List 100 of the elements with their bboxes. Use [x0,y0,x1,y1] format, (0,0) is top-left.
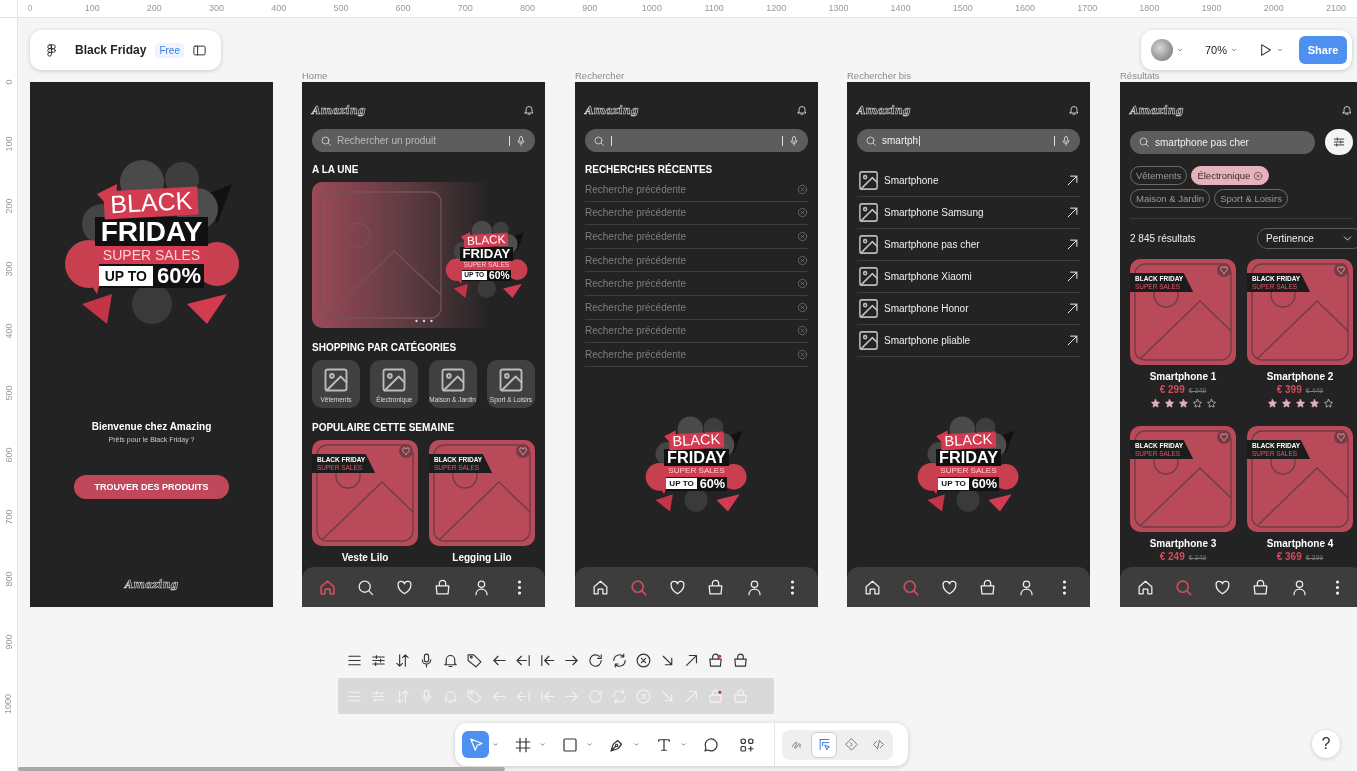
promo-upto-text: UP TO [938,478,970,490]
bell-icon[interactable] [796,104,808,116]
promo-upto-text: UP TO [666,477,698,490]
ruler-label: 100 [83,2,101,15]
recent-search-text[interactable]: Recherche précédente [585,325,687,337]
mode-button[interactable] [811,731,837,758]
favorite-button[interactable] [1334,263,1348,277]
favorite-button[interactable] [1334,430,1348,444]
ruler-label: 1800 [1138,2,1161,15]
heart-icon [518,446,528,456]
close-icon[interactable] [797,278,808,290]
close-icon[interactable] [1253,170,1264,181]
product-name: Smartphone 4 [1266,538,1334,550]
carousel-dots [414,319,434,323]
filter-button[interactable] [1325,129,1353,155]
close-icon[interactable] [797,231,808,242]
suggestion-text[interactable]: Smartphone Honor [884,303,1061,314]
ruler-label: 1100 [703,2,725,15]
horizontal-scrollbar[interactable] [18,767,505,771]
arrow-up-right-icon[interactable] [1065,173,1080,188]
text-cursor [919,135,921,146]
bell-icon[interactable] [523,104,535,116]
sidebar-toggle-icon[interactable] [192,42,207,58]
avatar[interactable] [1151,39,1173,61]
speech-bubble-icon [701,735,720,754]
suggestion-text[interactable]: Smartphone pliable [884,335,1061,346]
filter-chip[interactable]: Électronique [1191,166,1270,185]
suggestion-text[interactable]: Smartphone Samsung [884,207,1061,218]
microphone-icon[interactable] [1060,134,1072,147]
suggestion-text[interactable]: Smartphone [884,175,1061,186]
search-input[interactable]: Rechercher un produit [337,135,484,146]
heart-icon [1219,432,1229,442]
search-icon [865,134,877,147]
favorite-button[interactable] [1217,263,1231,277]
product-price: € 249 [1159,551,1185,562]
arrow-up-right-icon[interactable] [1065,333,1080,348]
close-icon[interactable] [797,207,808,219]
help-button[interactable]: ? [1312,730,1340,758]
recent-search-text[interactable]: Recherche précédente [585,254,687,266]
image-icon [857,201,880,224]
promo-friday-text: FRIDAY [95,216,208,246]
image-icon [857,329,880,352]
sliders-icon [1332,135,1346,149]
favorite-button[interactable] [516,444,530,458]
section-title: RECHERCHES RÉCENTES [585,164,714,176]
ruler-label: 800 [3,571,14,587]
microphone-icon[interactable] [515,134,527,147]
arrow-up-right-icon[interactable] [1065,237,1080,252]
product-price: € 369 [1276,551,1302,562]
ruler-label: 700 [3,509,14,525]
arrow-up-right-icon[interactable] [1065,269,1080,284]
suggestion-text[interactable]: Smartphone pas cher [884,239,1061,250]
product-name: Veste Lilo [341,552,389,564]
bell-icon[interactable] [1068,104,1080,116]
recent-search-text[interactable]: Recherche précédente [585,348,687,360]
search-bar[interactable]: smartphone pas cher [1130,130,1315,154]
arrow-up-right-icon[interactable] [1065,301,1080,316]
ruler-label: 700 [456,2,474,15]
product-name: Smartphone 3 [1149,538,1217,550]
ruler-label: 300 [3,261,14,277]
recent-search-text[interactable]: Recherche précédente [585,301,687,313]
arrow-up-right-icon[interactable] [1065,205,1080,220]
ruler-label: 0 [3,79,14,85]
file-name[interactable]: Black Friday [75,43,147,57]
layout-pointer-icon [816,737,832,752]
recent-search-text[interactable]: Recherche précédente [585,278,687,290]
shapes-plus-icon [737,735,756,754]
square-icon [560,735,579,754]
recent-search-text[interactable]: Recherche précédente [585,183,687,195]
promo-discount-text: 60% [970,476,998,491]
heart-icon [1336,432,1346,442]
promo-upto-text: UP TO [99,266,153,286]
close-icon[interactable] [797,301,808,313]
microphone-icon[interactable] [788,134,800,147]
search-input[interactable]: smartphone pas cher [1155,136,1254,148]
bell-icon[interactable] [1341,104,1353,116]
close-icon[interactable] [797,325,808,337]
favorite-button[interactable] [399,444,413,458]
close-icon[interactable] [797,348,808,360]
ruler-label: 500 [3,385,14,401]
ruler-label: 1300 [827,2,850,15]
favorite-button[interactable] [1217,430,1231,444]
recent-search-text[interactable]: Recherche précédente [585,231,687,242]
search-bar[interactable]: smartph [857,129,1080,152]
promo-discount-text: 60% [155,264,201,289]
results-count: 2 845 résultats [1130,233,1196,244]
app-logo: Amazing [312,103,366,117]
close-icon[interactable] [797,183,808,195]
recent-search-text[interactable]: Recherche précédente [585,207,687,219]
promo-discount-text: 60% [698,476,726,491]
logo-icon[interactable] [44,42,59,58]
search-input[interactable]: smartph [882,135,919,146]
heart-icon [1219,265,1229,275]
hash-icon [513,735,532,754]
section-title: SHOPPING PAR CATÉGORIES [312,342,458,354]
suggestion-text[interactable]: Smartphone Xiaomi [884,271,1061,282]
zoom-level[interactable]: 70% [1205,44,1228,56]
search-bar[interactable]: Rechercher un produit [312,129,535,152]
close-icon[interactable] [797,254,808,266]
find-products-button[interactable]: TROUVER DES PRODUITS [74,475,229,499]
